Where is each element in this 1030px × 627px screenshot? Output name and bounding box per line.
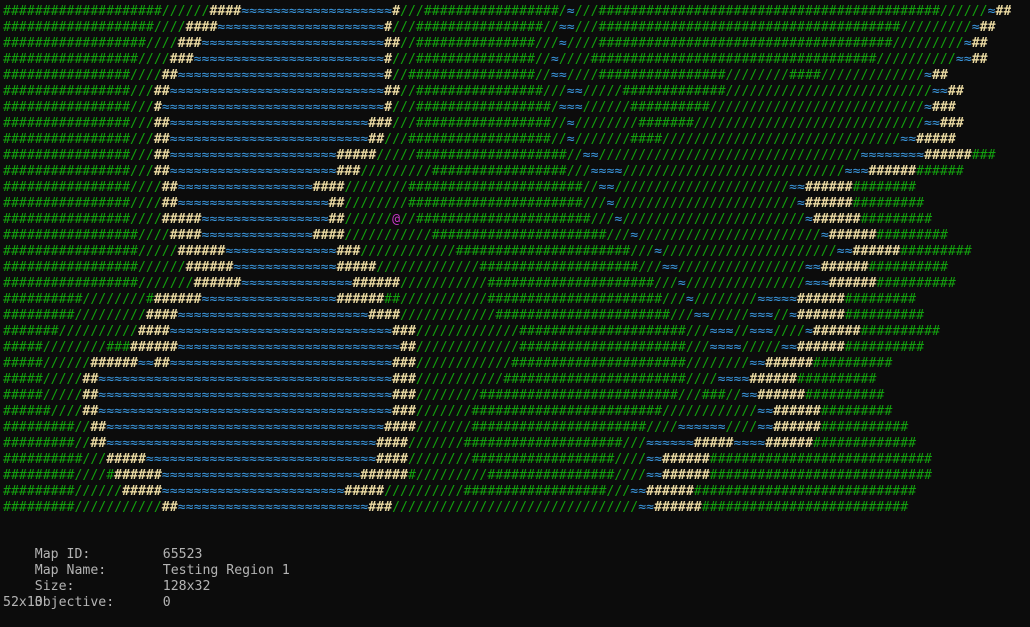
map-row: #################////####≈≈≈≈≈≈≈≈≈≈≈≈≈≈#… bbox=[3, 228, 948, 243]
ascii-map: ####################//////####≈≈≈≈≈≈≈≈≈≈… bbox=[3, 4, 1011, 516]
map-row: ################////#####≈≈≈≈≈≈≈≈≈≈≈≈≈≈≈… bbox=[3, 212, 933, 227]
objective-value: 0 bbox=[162, 595, 171, 610]
map-row: ##########///#####≈≈≈≈≈≈≈≈≈≈≈≈≈≈≈≈≈≈≈≈≈≈… bbox=[3, 452, 932, 467]
player-marker: @ bbox=[392, 212, 401, 227]
map-row: #########////#######≈≈≈≈≈≈≈≈≈≈≈≈≈≈≈≈≈≈≈≈… bbox=[3, 468, 932, 483]
map-row: #########//##≈≈≈≈≈≈≈≈≈≈≈≈≈≈≈≈≈≈≈≈≈≈≈≈≈≈≈… bbox=[3, 436, 917, 451]
map-row: #####//////######≈≈##≈≈≈≈≈≈≈≈≈≈≈≈≈≈≈≈≈≈≈… bbox=[3, 356, 893, 371]
size-value: 128x32 bbox=[162, 579, 211, 594]
map-row: #########/////////####≈≈≈≈≈≈≈≈≈≈≈≈≈≈≈≈≈≈… bbox=[3, 308, 925, 323]
map-row: ###################////####≈≈≈≈≈≈≈≈≈≈≈≈≈… bbox=[3, 20, 996, 35]
map-row: ################///##≈≈≈≈≈≈≈≈≈≈≈≈≈≈≈≈≈≈≈… bbox=[3, 164, 964, 179]
map-row: #########//##≈≈≈≈≈≈≈≈≈≈≈≈≈≈≈≈≈≈≈≈≈≈≈≈≈≈≈… bbox=[3, 420, 909, 435]
map-row: ####################//////####≈≈≈≈≈≈≈≈≈≈… bbox=[3, 4, 1012, 19]
map-row: ################////##≈≈≈≈≈≈≈≈≈≈≈≈≈≈≈≈≈≈… bbox=[3, 196, 925, 211]
map-row: ################///##≈≈≈≈≈≈≈≈≈≈≈≈≈≈≈≈≈≈≈… bbox=[3, 84, 964, 99]
map-row: #####/////##≈≈≈≈≈≈≈≈≈≈≈≈≈≈≈≈≈≈≈≈≈≈≈≈≈≈≈≈… bbox=[3, 388, 885, 403]
map-row: ################///##≈≈≈≈≈≈≈≈≈≈≈≈≈≈≈≈≈≈≈… bbox=[3, 148, 996, 163]
map-id-label: Map ID: bbox=[34, 547, 91, 562]
map-row: ################///#≈≈≈≈≈≈≈≈≈≈≈≈≈≈≈≈≈≈≈≈… bbox=[3, 100, 956, 115]
map-row: #################////###≈≈≈≈≈≈≈≈≈≈≈≈≈≈≈≈… bbox=[3, 52, 988, 67]
map-row: #################/////######≈≈≈≈≈≈≈≈≈≈≈≈… bbox=[3, 244, 972, 259]
map-row: #################//////######≈≈≈≈≈≈≈≈≈≈≈… bbox=[3, 260, 948, 275]
map-row: #################///////######≈≈≈≈≈≈≈≈≈≈… bbox=[3, 276, 956, 291]
map-name-value: Testing Region 1 bbox=[162, 563, 290, 578]
map-row: ################////##≈≈≈≈≈≈≈≈≈≈≈≈≈≈≈≈≈#… bbox=[3, 180, 917, 195]
map-row: ##################////###≈≈≈≈≈≈≈≈≈≈≈≈≈≈≈… bbox=[3, 36, 988, 51]
size-label: Size: bbox=[34, 579, 75, 594]
map-row: ######////##≈≈≈≈≈≈≈≈≈≈≈≈≈≈≈≈≈≈≈≈≈≈≈≈≈≈≈≈… bbox=[3, 404, 893, 419]
map-id-value: 65523 bbox=[162, 547, 203, 562]
map-row: #########///////////##≈≈≈≈≈≈≈≈≈≈≈≈≈≈≈≈≈≈… bbox=[3, 500, 909, 515]
map-row: ################///##≈≈≈≈≈≈≈≈≈≈≈≈≈≈≈≈≈≈≈… bbox=[3, 116, 964, 131]
map-row: ################///##≈≈≈≈≈≈≈≈≈≈≈≈≈≈≈≈≈≈≈… bbox=[3, 132, 956, 147]
objective-label: Objective: bbox=[34, 595, 115, 610]
map-row: #####/////##≈≈≈≈≈≈≈≈≈≈≈≈≈≈≈≈≈≈≈≈≈≈≈≈≈≈≈≈… bbox=[3, 372, 877, 387]
map-row: ##########////////#######≈≈≈≈≈≈≈≈≈≈≈≈≈≈≈… bbox=[3, 292, 917, 307]
map-name-label: Map Name: bbox=[34, 563, 107, 578]
map-row: ################////##≈≈≈≈≈≈≈≈≈≈≈≈≈≈≈≈≈≈… bbox=[3, 68, 948, 83]
map-info-panel: Map ID: 65523 Map Name: Testing Region 1 S… bbox=[3, 531, 290, 611]
map-row: #####////////#########≈≈≈≈≈≈≈≈≈≈≈≈≈≈≈≈≈≈… bbox=[3, 340, 925, 355]
map-row: #########//////#####≈≈≈≈≈≈≈≈≈≈≈≈≈≈≈≈≈≈≈≈… bbox=[3, 484, 917, 499]
map-row: #######//////////####≈≈≈≈≈≈≈≈≈≈≈≈≈≈≈≈≈≈≈… bbox=[3, 324, 940, 339]
map-id-row: Map ID: 65523 bbox=[3, 531, 290, 562]
